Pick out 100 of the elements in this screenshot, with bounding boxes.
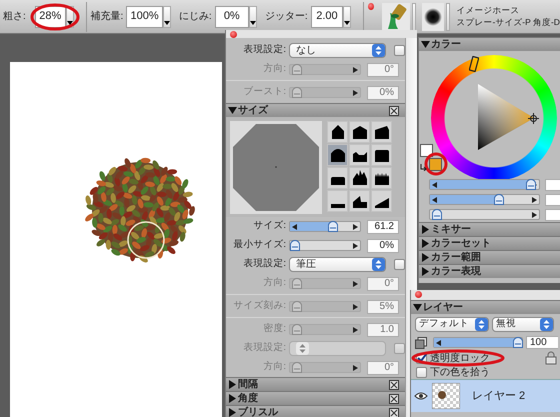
layer-squares-icon[interactable] <box>415 336 427 348</box>
slider-thumb[interactable] <box>432 209 442 220</box>
disclosure-triangle-icon[interactable] <box>421 225 430 234</box>
checkbox[interactable] <box>394 259 405 270</box>
slider[interactable] <box>289 324 361 335</box>
slider-thumb[interactable] <box>328 221 338 232</box>
slider[interactable] <box>289 278 361 289</box>
left-arrow-icon[interactable] <box>432 182 437 188</box>
disclosure-triangle-icon[interactable] <box>228 106 237 115</box>
value-field[interactable]: 100% <box>126 6 163 28</box>
disclosure-triangle-icon[interactable] <box>421 40 430 49</box>
left-arrow-icon[interactable] <box>292 224 297 230</box>
slider[interactable] <box>289 64 361 75</box>
layer-row[interactable]: レイヤー 2 <box>411 379 560 412</box>
brush-profile-button[interactable] <box>371 121 392 143</box>
section-header[interactable]: カラー表現 <box>419 264 560 278</box>
brush-profile-button[interactable] <box>327 190 348 212</box>
section-header[interactable]: 角度 <box>226 391 405 405</box>
close-button[interactable] <box>368 3 374 10</box>
slider[interactable] <box>433 337 523 348</box>
dropdown[interactable]: デフォルト <box>415 316 489 332</box>
section-header[interactable]: ブリスル <box>226 405 405 417</box>
crosshair-icon[interactable] <box>528 113 539 124</box>
section-header[interactable]: ミキサー <box>419 222 560 236</box>
slider[interactable] <box>429 209 540 220</box>
left-arrow-icon[interactable] <box>436 340 441 346</box>
value-field[interactable]: 0% <box>367 238 399 252</box>
right-arrow-icon[interactable] <box>353 327 358 333</box>
slider[interactable] <box>289 362 361 373</box>
brush-profile-button[interactable] <box>349 167 370 189</box>
slider[interactable] <box>429 194 540 205</box>
dropdown[interactable]: なし <box>289 43 386 58</box>
color-swatch[interactable] <box>420 144 433 157</box>
scroll-handle[interactable] <box>412 2 416 30</box>
disclosure-triangle-icon[interactable] <box>228 380 237 389</box>
right-arrow-icon[interactable] <box>532 197 538 203</box>
close-button[interactable] <box>230 31 237 38</box>
right-arrow-icon[interactable] <box>353 67 358 73</box>
stepper-icon[interactable] <box>475 318 488 330</box>
stepper-icon[interactable] <box>372 44 385 57</box>
value-field[interactable]: 100 <box>526 336 558 349</box>
checkbox[interactable] <box>416 366 427 378</box>
right-arrow-icon[interactable] <box>532 212 538 218</box>
dropdown[interactable]: 筆圧 <box>289 257 386 272</box>
section-header[interactable]: 間隔 <box>226 377 405 391</box>
hue-marker-icon[interactable] <box>469 56 479 72</box>
brush-profile-button[interactable] <box>327 144 348 166</box>
right-arrow-icon[interactable] <box>353 281 358 287</box>
section-header[interactable]: レイヤー <box>411 300 560 314</box>
stepper-icon[interactable] <box>372 258 385 271</box>
section-header[interactable]: カラー <box>419 37 560 51</box>
right-arrow-icon[interactable] <box>353 90 358 96</box>
brush-profile-button[interactable] <box>349 144 370 166</box>
scroll-handle[interactable] <box>446 2 450 30</box>
close-box-icon[interactable] <box>389 380 399 390</box>
disclosure-triangle-icon[interactable] <box>228 408 237 417</box>
right-arrow-icon[interactable] <box>353 365 358 371</box>
section-header[interactable]: サイズ <box>226 103 405 117</box>
slider-thumb[interactable] <box>290 240 300 251</box>
disclosure-triangle-icon[interactable] <box>421 239 430 248</box>
brush-profile-button[interactable] <box>371 167 392 189</box>
dropdown-caret[interactable] <box>343 6 352 28</box>
section-header[interactable]: カラーセット <box>419 236 560 250</box>
slider[interactable] <box>289 240 361 251</box>
disclosure-triangle-icon[interactable] <box>413 303 422 312</box>
value-field[interactable] <box>545 178 560 190</box>
value-field[interactable] <box>545 208 560 220</box>
right-arrow-icon[interactable] <box>353 304 358 310</box>
section-header[interactable]: カラー範囲 <box>419 250 560 264</box>
left-arrow-icon[interactable] <box>432 197 437 203</box>
value-field[interactable]: 0% <box>214 6 249 28</box>
paint-can-icon[interactable] <box>382 2 410 30</box>
disclosure-triangle-icon[interactable] <box>421 267 430 276</box>
value-field[interactable] <box>545 194 560 206</box>
brush-profile-button[interactable] <box>371 144 392 166</box>
right-arrow-icon[interactable] <box>353 243 358 249</box>
brush-dab-icon[interactable] <box>422 2 444 30</box>
close-box-icon[interactable] <box>389 408 399 417</box>
close-box-icon[interactable] <box>389 394 399 404</box>
slider-thumb[interactable] <box>526 179 536 190</box>
checkbox[interactable] <box>394 45 405 56</box>
brush-profile-button[interactable] <box>327 121 348 143</box>
close-button[interactable] <box>415 291 422 298</box>
swap-arrows-icon[interactable] <box>420 163 428 171</box>
slider[interactable] <box>289 221 361 232</box>
brush-category[interactable]: イメージホース <box>456 6 560 16</box>
slider-thumb[interactable] <box>494 194 504 205</box>
stepper-icon[interactable] <box>540 318 553 330</box>
slider-thumb[interactable] <box>512 337 523 348</box>
value-field[interactable]: 2.00 <box>310 6 344 28</box>
slider[interactable] <box>429 179 540 190</box>
brush-variant[interactable]: スプレー-サイズ-P 角度-D <box>456 18 560 27</box>
eye-icon[interactable] <box>414 391 428 401</box>
brush-profile-button[interactable] <box>371 190 392 212</box>
slider[interactable] <box>289 87 361 98</box>
dropdown[interactable]: 無視 <box>492 316 554 332</box>
close-box-icon[interactable] <box>389 106 399 116</box>
lock-icon[interactable] <box>545 351 557 365</box>
layer-thumbnail[interactable] <box>432 383 460 409</box>
brush-profile-button[interactable] <box>327 167 348 189</box>
